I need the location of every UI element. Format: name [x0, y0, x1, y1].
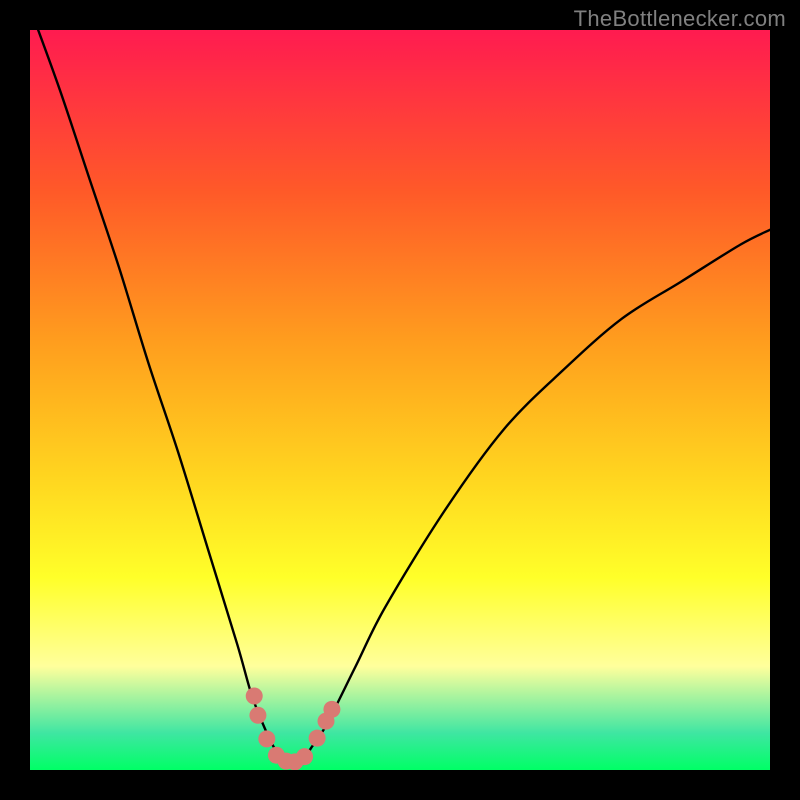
bottleneck-chart-svg	[30, 30, 770, 770]
plot-area	[30, 30, 770, 770]
gradient-background	[30, 30, 770, 770]
marker-dot	[246, 688, 263, 705]
watermark-text: TheBottlenecker.com	[574, 6, 786, 32]
marker-dot	[249, 707, 266, 724]
marker-dot	[258, 730, 275, 747]
chart-container: TheBottlenecker.com	[0, 0, 800, 800]
marker-dot	[296, 748, 313, 765]
marker-dot	[309, 730, 326, 747]
marker-dot	[323, 701, 340, 718]
